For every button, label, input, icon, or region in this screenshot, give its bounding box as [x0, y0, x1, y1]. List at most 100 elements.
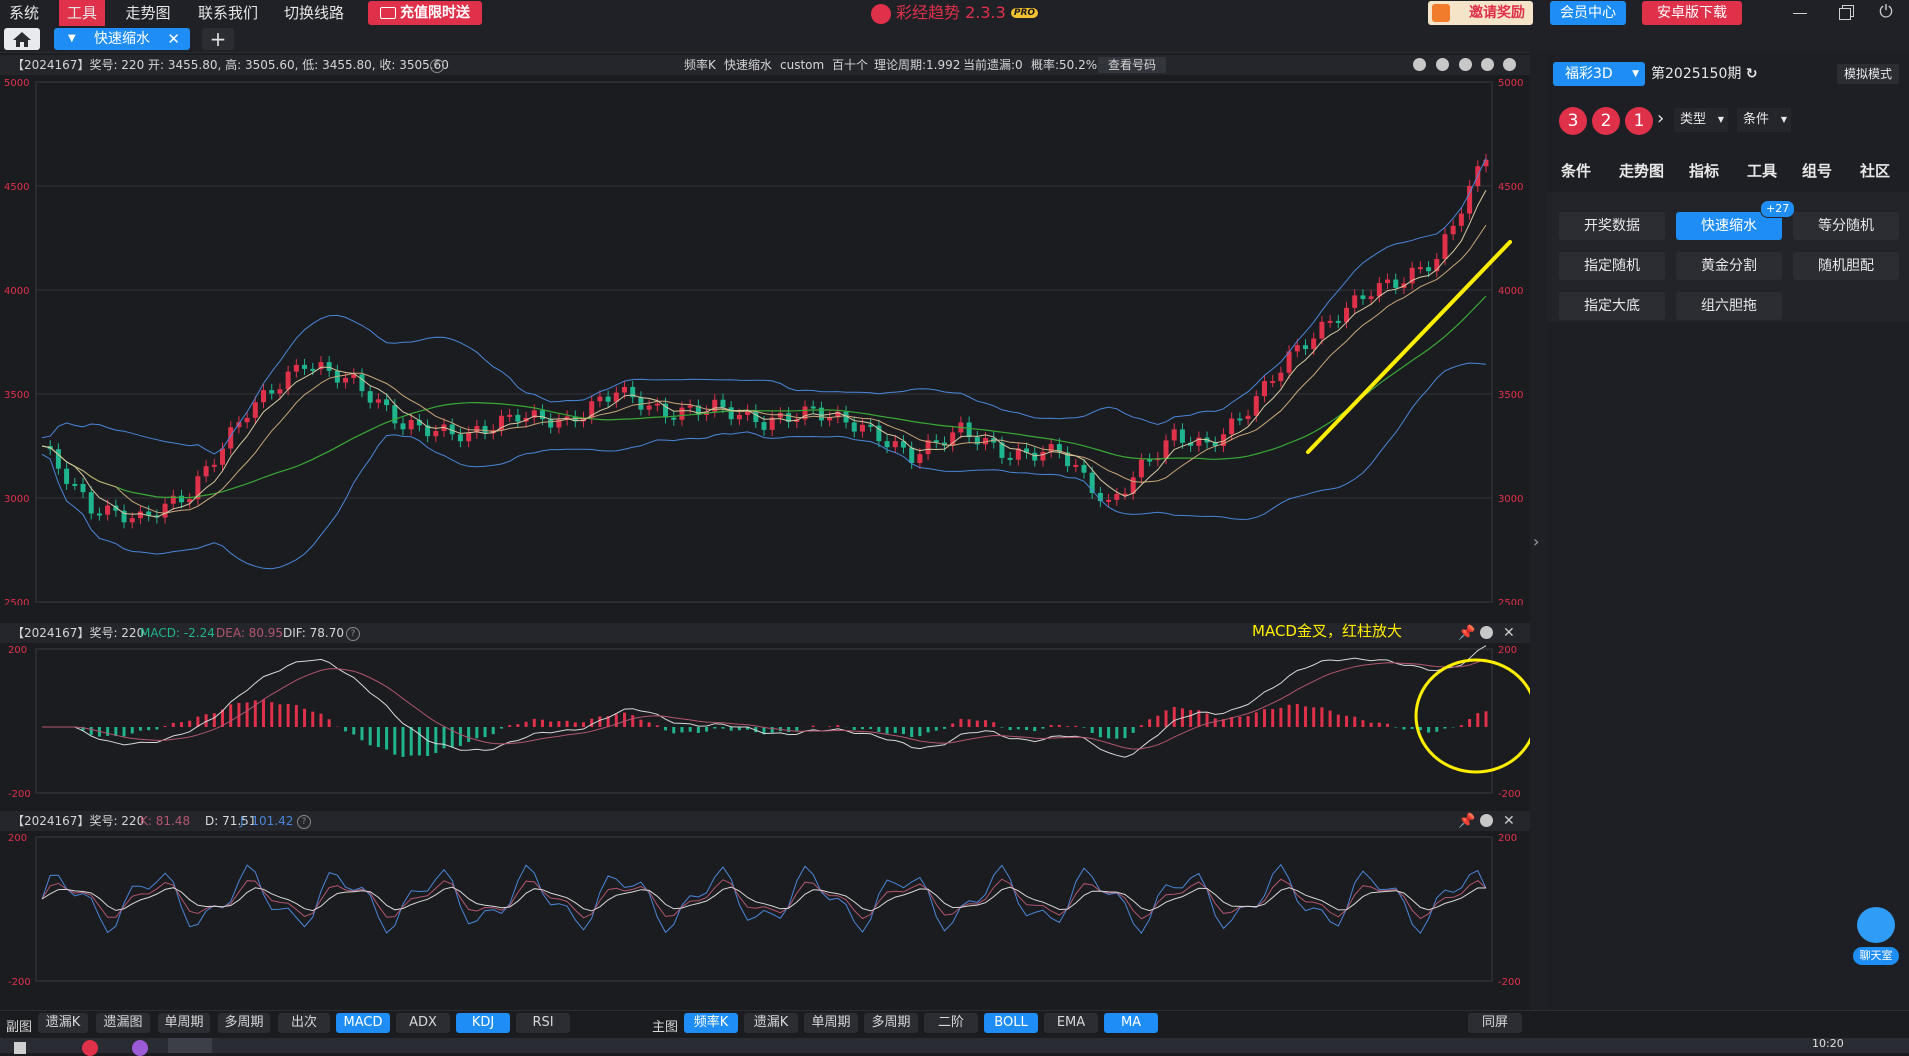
sub-multi-cycle-button[interactable]: 多周期 — [218, 1013, 270, 1033]
candle-body — [736, 414, 742, 420]
settings-icon[interactable] — [1480, 626, 1493, 639]
tab-quick-filter[interactable]: ▼ 快速缩水 ✕ — [54, 28, 190, 50]
windows-start-icon[interactable] — [14, 1042, 26, 1054]
tab-trend[interactable]: 走势图 — [1619, 160, 1664, 181]
y-tick-label-right: 4500 — [1498, 182, 1523, 193]
candle-body — [1352, 295, 1358, 308]
add-tab-button[interactable]: + — [202, 28, 234, 50]
dea-line — [42, 658, 1487, 750]
chevron-right-icon[interactable]: › — [1657, 108, 1664, 129]
draw-tool-icon[interactable] — [1413, 58, 1426, 71]
arrow-down-icon[interactable] — [1481, 58, 1494, 71]
chat-room-button[interactable]: 聊天室 — [1853, 907, 1899, 969]
ma-mid-line — [41, 224, 1487, 514]
panel-splitter[interactable]: › — [1530, 52, 1547, 1010]
main-boll-button[interactable]: BOLL — [984, 1013, 1038, 1033]
recharge-promo-button[interactable]: 充值限时送 — [368, 1, 482, 25]
view-numbers-button[interactable]: 查看号码 — [1098, 57, 1167, 73]
macd-chart[interactable]: 200 200 -200 -200 — [0, 643, 1530, 798]
y-tick-label-left: 4500 — [4, 182, 29, 193]
invite-gift-icon — [1432, 4, 1450, 22]
ball-tens: 2 — [1592, 107, 1620, 135]
menu-trend[interactable]: 走势图 — [118, 0, 178, 26]
sub-miss-k-button[interactable]: 遗漏K — [38, 1013, 88, 1033]
menu-tools[interactable]: 工具 — [59, 0, 105, 26]
simulation-mode-button[interactable]: 模拟模式 — [1837, 64, 1899, 84]
sub-appear-button[interactable]: 出次 — [278, 1013, 330, 1033]
tool-random-banker[interactable]: 随机胆配 — [1793, 252, 1899, 280]
main-ema-button[interactable]: EMA — [1044, 1013, 1098, 1033]
tool-equal-random[interactable]: 等分随机 — [1793, 212, 1899, 240]
candle-body — [1229, 418, 1235, 435]
help-icon[interactable]: ? — [346, 627, 360, 641]
taskbar-browser-icon[interactable] — [132, 1040, 148, 1056]
settings-icon[interactable] — [1503, 58, 1516, 71]
arrow-up-icon[interactable] — [1459, 58, 1472, 71]
candlestick-chart[interactable]: 5000 5000 4500 4500 4000 4000 3500 3500 3000 3000… — [0, 75, 1530, 605]
type-select[interactable]: 类型 ▼ — [1674, 108, 1728, 132]
chevron-right-icon[interactable]: › — [1533, 532, 1539, 551]
y-tick-label-left: 4000 — [4, 286, 29, 297]
candle-body — [178, 495, 184, 503]
refresh-icon[interactable]: ↻ — [1746, 66, 1758, 82]
candle-body — [1081, 464, 1087, 473]
settings-icon[interactable] — [1480, 814, 1493, 827]
tool-specified-random[interactable]: 指定随机 — [1559, 252, 1665, 280]
sub-kdj-button[interactable]: KDJ — [456, 1013, 510, 1033]
main-second-order-button[interactable]: 二阶 — [924, 1013, 978, 1033]
invite-reward-button[interactable]: 邀请奖励 — [1428, 1, 1533, 25]
minimize-icon[interactable] — [1792, 4, 1808, 20]
condition-select[interactable]: 条件 ▼ — [1737, 108, 1791, 132]
main-ma-button[interactable]: MA — [1104, 1013, 1158, 1033]
candle-body — [129, 518, 135, 523]
home-button[interactable] — [4, 28, 40, 50]
candle-body — [851, 422, 857, 432]
refresh-icon[interactable] — [1436, 58, 1449, 71]
chat-bubble-icon — [1857, 907, 1895, 943]
android-download-button[interactable]: 安卓版下载 — [1642, 1, 1742, 25]
sub-adx-button[interactable]: ADX — [396, 1013, 450, 1033]
candle-body — [548, 419, 554, 428]
close-icon[interactable]: ✕ — [1503, 811, 1515, 831]
tool-golden-section[interactable]: 黄金分割 — [1676, 252, 1782, 280]
sync-screen-button[interactable]: 同屏 — [1468, 1013, 1522, 1033]
close-icon[interactable]: ✕ — [167, 28, 180, 50]
menu-contact[interactable]: 联系我们 — [192, 0, 264, 26]
tool-group6-drag[interactable]: 组六胆拖 — [1676, 292, 1782, 320]
close-icon[interactable]: ✕ — [1503, 623, 1515, 643]
lottery-select[interactable]: 福彩3D ▼ — [1553, 62, 1645, 86]
pin-icon[interactable]: 📌 — [1458, 811, 1475, 831]
main-miss-k-button[interactable]: 遗漏K — [744, 1013, 798, 1033]
candle-body — [1163, 440, 1169, 459]
main-multi-cycle-button[interactable]: 多周期 — [864, 1013, 918, 1033]
member-center-button[interactable]: 会员中心 — [1550, 1, 1626, 25]
power-icon[interactable]: ⏻ — [1877, 2, 1895, 22]
candle-body — [1007, 457, 1013, 460]
tool-draw-data[interactable]: 开奖数据 — [1559, 212, 1665, 240]
menu-system[interactable]: 系统 — [0, 0, 48, 26]
sub-macd-button[interactable]: MACD — [336, 1013, 390, 1033]
help-icon[interactable]: ? — [430, 59, 444, 73]
taskbar-app-icon[interactable] — [82, 1040, 98, 1056]
tab-indicators[interactable]: 指标 — [1689, 160, 1719, 181]
tab-tools[interactable]: 工具 — [1747, 160, 1777, 181]
tab-conditions[interactable]: 条件 — [1561, 160, 1591, 181]
sub-miss-chart-button[interactable]: 遗漏图 — [96, 1013, 150, 1033]
tool-specified-base[interactable]: 指定大底 — [1559, 292, 1665, 320]
tab-groups[interactable]: 组号 — [1802, 160, 1832, 181]
menu-switch-line[interactable]: 切换线路 — [278, 0, 350, 26]
main-single-cycle-button[interactable]: 单周期 — [804, 1013, 858, 1033]
help-icon[interactable]: ? — [297, 815, 311, 829]
sub-single-cycle-button[interactable]: 单周期 — [158, 1013, 210, 1033]
y-tick-label-left: 2500 — [4, 598, 29, 605]
sub-rsi-button[interactable]: RSI — [516, 1013, 570, 1033]
taskbar-active-app[interactable] — [168, 1038, 212, 1053]
kdj-chart[interactable]: 200 200 -200 -200 — [0, 831, 1530, 986]
pin-icon[interactable]: 📌 — [1458, 623, 1475, 643]
tag-custom: custom — [780, 58, 825, 72]
tab-community[interactable]: 社区 — [1860, 160, 1890, 181]
candle-body — [671, 417, 677, 420]
restore-icon[interactable] — [1838, 4, 1854, 20]
main-frequency-k-button[interactable]: 频率K — [684, 1013, 738, 1033]
candle-body — [859, 424, 865, 432]
